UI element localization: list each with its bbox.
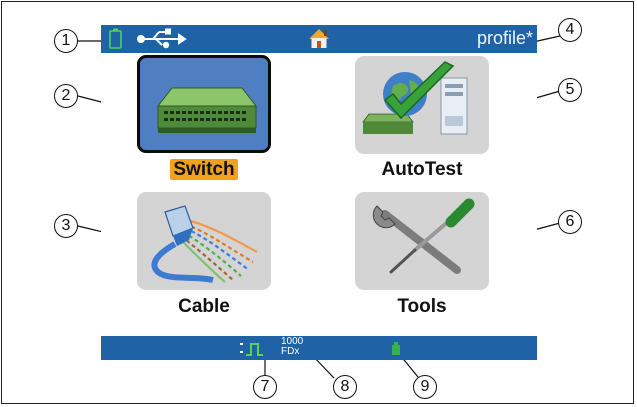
tools-icon bbox=[372, 198, 475, 274]
cable-icon bbox=[151, 205, 258, 283]
autotest-label[interactable]: AutoTest bbox=[347, 159, 497, 181]
tools-label[interactable]: Tools bbox=[347, 296, 497, 318]
tools-tile[interactable] bbox=[355, 192, 489, 290]
callout-6: 6 bbox=[558, 210, 582, 234]
callout-8: 8 bbox=[333, 375, 357, 399]
cable-label[interactable]: Cable bbox=[129, 296, 279, 318]
autotest-tile[interactable] bbox=[355, 56, 489, 154]
cable-tile[interactable] bbox=[137, 192, 271, 290]
link-status-text: 1000 FDx bbox=[281, 337, 303, 357]
top-status-bar: profile* bbox=[101, 25, 537, 53]
switch-tile[interactable] bbox=[137, 55, 271, 153]
usb-icon bbox=[137, 28, 187, 49]
switch-device-icon bbox=[156, 87, 258, 133]
duplex-mode: FDx bbox=[281, 346, 300, 357]
link-pulse-icon bbox=[240, 343, 263, 356]
callout-2: 2 bbox=[54, 84, 78, 108]
callout-3: 3 bbox=[54, 214, 78, 238]
callout-5: 5 bbox=[558, 78, 582, 102]
bottom-status-bar: 1000 FDx bbox=[101, 336, 537, 360]
autotest-icon bbox=[362, 61, 468, 135]
callout-9: 9 bbox=[413, 375, 437, 399]
switch-label-text: Switch bbox=[170, 159, 238, 180]
profile-label[interactable]: profile* bbox=[477, 28, 533, 49]
battery-icon bbox=[109, 28, 122, 49]
home-icon[interactable] bbox=[309, 29, 329, 48]
switch-label[interactable]: Switch bbox=[129, 159, 279, 181]
device-screen: profile* Switch AutoTest Cable Tools 100… bbox=[101, 25, 537, 360]
callout-7: 7 bbox=[253, 375, 277, 399]
callout-1: 1 bbox=[54, 29, 78, 53]
power-icon bbox=[392, 342, 400, 355]
callout-4: 4 bbox=[558, 18, 582, 42]
